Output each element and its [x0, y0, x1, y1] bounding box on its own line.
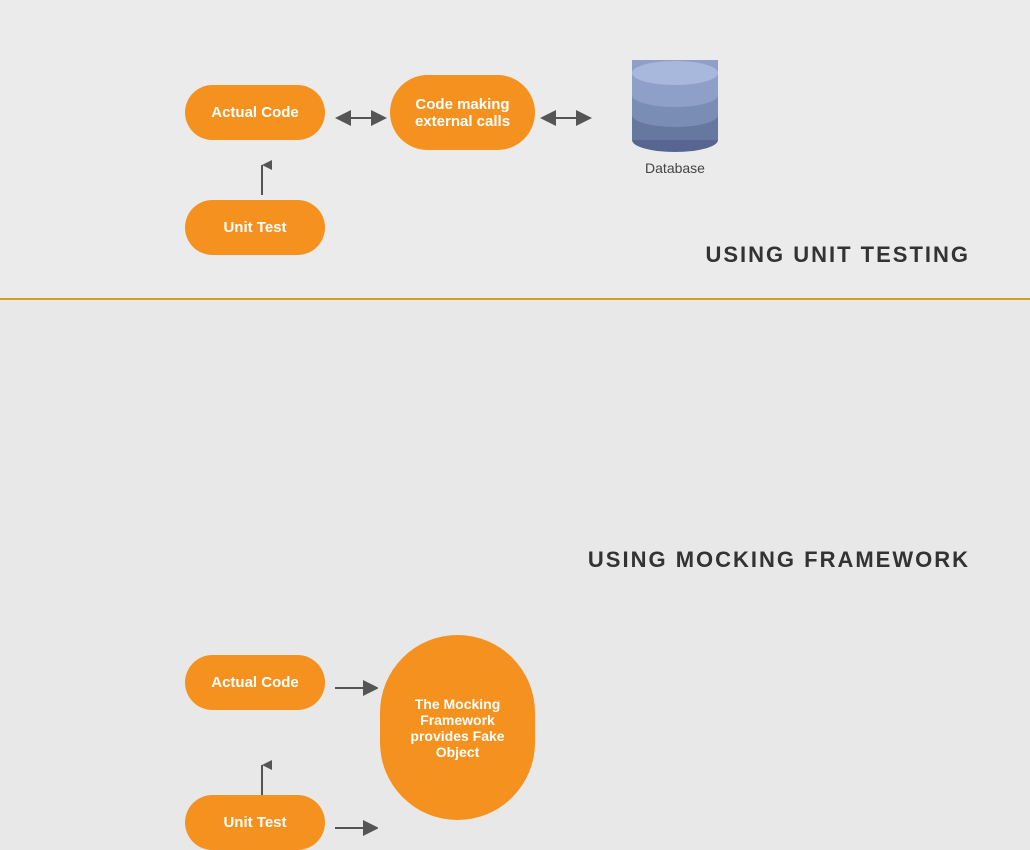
database-container: Database	[630, 55, 720, 176]
database-label: Database	[645, 160, 705, 176]
unit-test-bottom-label: Unit Test	[223, 814, 286, 831]
unit-test-bottom: Unit Test	[185, 795, 325, 850]
top-section: Actual Code Code making external calls U…	[0, 0, 1030, 300]
actual-code-top: Actual Code	[185, 85, 325, 140]
actual-code-top-label: Actual Code	[211, 104, 299, 121]
actual-code-bottom-label: Actual Code	[211, 674, 299, 691]
arrow-right-1	[333, 678, 378, 698]
arrow-bidirectional-2	[540, 108, 592, 128]
arrow-up-bottom	[252, 757, 272, 799]
title-top: USING UNIT TESTING	[705, 242, 970, 268]
database-icon	[630, 55, 720, 155]
code-making-pill: Code making external calls	[390, 75, 535, 150]
title-bottom: USING MOCKING FRAMEWORK	[588, 547, 970, 573]
arrow-bidirectional-1	[335, 108, 387, 128]
actual-code-bottom: Actual Code	[185, 655, 325, 710]
bottom-section: Actual Code Unit Test The Mocking Framew…	[0, 300, 1030, 623]
mocking-label: The Mocking Framework provides Fake Obje…	[395, 696, 520, 760]
arrow-up-top	[252, 157, 272, 199]
arrow-right-2	[333, 818, 378, 838]
unit-test-top: Unit Test	[185, 200, 325, 255]
unit-test-top-label: Unit Test	[223, 219, 286, 236]
code-making-label: Code making external calls	[390, 96, 535, 130]
mocking-oval: The Mocking Framework provides Fake Obje…	[380, 635, 535, 820]
